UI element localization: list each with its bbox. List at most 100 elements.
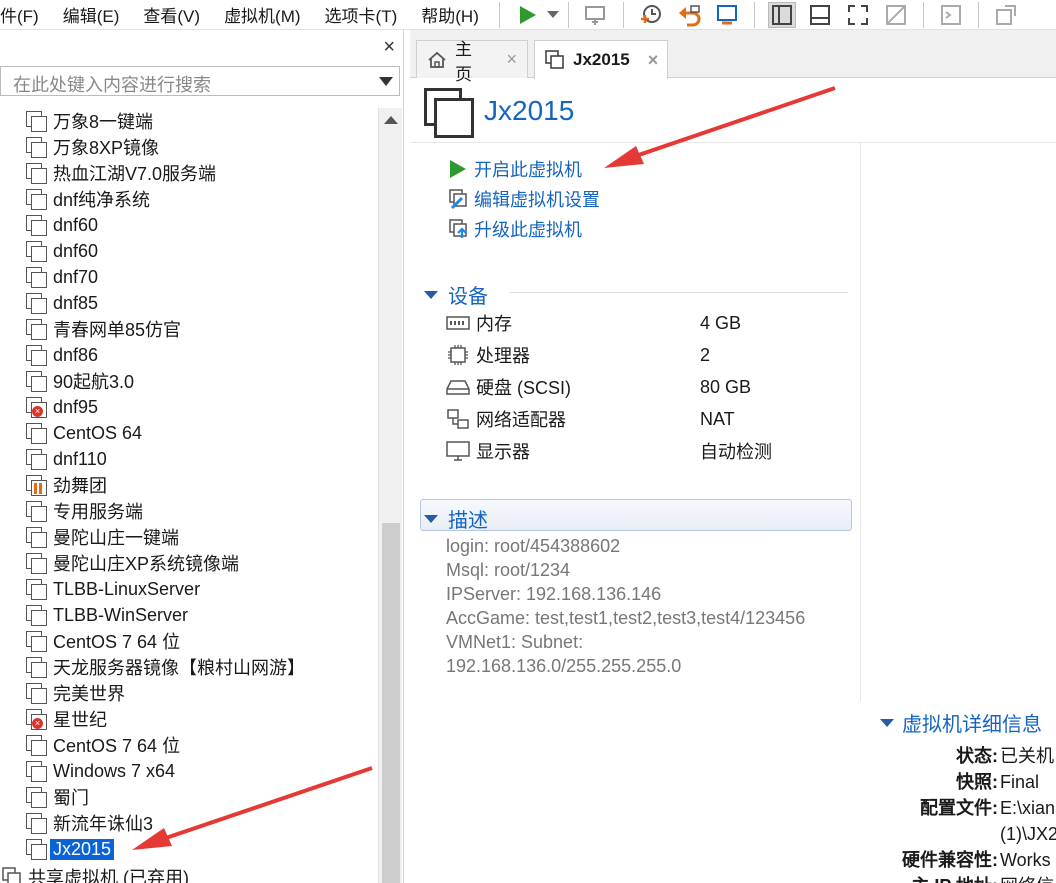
description-heading: 描述 <box>448 510 488 532</box>
upgrade-link[interactable]: 升级此虚拟机 <box>448 214 600 244</box>
device-row-harddisk[interactable]: 硬盘 (SCSI) 80 GB <box>446 372 846 402</box>
menu-view[interactable]: 查看(V) <box>143 2 200 27</box>
device-name: 处理器 <box>476 346 530 366</box>
details-section-header[interactable]: 虚拟机详细信息 <box>880 708 1056 737</box>
menu-tabs[interactable]: 选项卡(T) <box>325 2 398 27</box>
library-vm-label: 青春网单85仿官 <box>53 320 182 340</box>
library-vm-item[interactable]: dnf110 <box>0 446 378 472</box>
library-vm-label: CentOS 7 64 位 <box>53 632 181 652</box>
library-vm-item[interactable]: TLBB-LinuxServer <box>0 576 378 602</box>
menu-vm[interactable]: 虚拟机(M) <box>224 2 300 27</box>
detail-key: 主 IP 地址: <box>880 873 1000 883</box>
library-vm-item[interactable]: dnf85 <box>0 290 378 316</box>
menu-edit[interactable]: 编辑(E) <box>63 2 120 27</box>
library-vm-item[interactable]: × dnf95 <box>0 394 378 420</box>
description-text[interactable]: login: root/454388602 Msql: root/1234 IP… <box>446 534 805 678</box>
library-vm-item[interactable]: dnf纯净系统 <box>0 186 378 212</box>
library-vm-item[interactable]: 劲舞团 <box>0 472 378 498</box>
vm-icon <box>26 683 47 704</box>
library-search[interactable]: 在此处键入内容进行搜索 <box>0 66 400 96</box>
stretch-icon[interactable] <box>992 2 1020 28</box>
library-vm-item[interactable]: 新流年诛仙3 <box>0 810 378 836</box>
console-view-icon[interactable] <box>937 2 965 28</box>
detail-key <box>880 821 1000 847</box>
revert-snapshot-icon[interactable] <box>675 2 703 28</box>
play-icon[interactable] <box>513 2 541 28</box>
collapse-icon[interactable] <box>424 290 438 299</box>
library-vm-item[interactable]: 曼陀山庄一键端 <box>0 524 378 550</box>
library-vm-label: Jx2015 <box>50 838 115 860</box>
library-vm-item[interactable]: 万象8XP镜像 <box>0 134 378 160</box>
tab-home-label: 主页 <box>455 39 472 84</box>
devices-section-header[interactable]: 设备 <box>424 280 488 309</box>
device-row-display[interactable]: 显示器 自动检测 <box>446 436 846 466</box>
description-line: VMNet1: Subnet: <box>446 632 584 652</box>
fullscreen-icon[interactable] <box>844 2 872 28</box>
collapse-icon[interactable] <box>880 718 894 727</box>
close-library-icon[interactable]: × <box>383 36 395 59</box>
close-tab-icon[interactable]: × <box>506 49 517 70</box>
library-vm-item[interactable]: 曼陀山庄XP系统镜像端 <box>0 550 378 576</box>
device-row-memory[interactable]: 内存 4 GB <box>446 308 846 338</box>
edit-settings-link[interactable]: 编辑虚拟机设置 <box>448 184 600 214</box>
collapse-icon[interactable] <box>424 514 438 523</box>
show-library-icon[interactable] <box>767 1 796 28</box>
snapshot-icon[interactable] <box>637 2 665 28</box>
vm-icon <box>26 371 47 392</box>
library-vm-item[interactable]: Windows 7 x64 <box>0 758 378 784</box>
vm-icon <box>26 137 47 158</box>
tab-home[interactable]: 主页 × <box>416 40 528 84</box>
library-vm-item[interactable]: × 星世纪 <box>0 706 378 732</box>
divider <box>410 142 1056 143</box>
device-row-network[interactable]: 网络适配器 NAT <box>446 404 846 434</box>
library-vm-label: 热血江湖V7.0服务端 <box>53 164 217 184</box>
menu-file[interactable]: 件(F) <box>0 2 39 27</box>
scroll-up-icon[interactable] <box>384 116 398 124</box>
manage-snapshots-icon[interactable] <box>713 2 741 28</box>
device-row-cpu[interactable]: 处理器 2 <box>446 340 846 370</box>
harddisk-icon <box>446 376 470 398</box>
library-vm-item[interactable]: Jx2015 <box>0 836 378 862</box>
library-vm-item[interactable]: 90起航3.0 <box>0 368 378 394</box>
scroll-thumb[interactable] <box>382 523 400 883</box>
library-vm-item[interactable]: dnf60 <box>0 238 378 264</box>
unity-icon[interactable] <box>882 2 910 28</box>
menu-help[interactable]: 帮助(H) <box>421 2 479 27</box>
library-vm-item[interactable]: 完美世界 <box>0 680 378 706</box>
library-vm-item[interactable]: 青春网单85仿官 <box>0 316 378 342</box>
library-vm-item[interactable]: CentOS 7 64 位 <box>0 732 378 758</box>
library-vm-item[interactable]: TLBB-WinServer <box>0 602 378 628</box>
dropdown-icon[interactable] <box>546 2 560 28</box>
tab-jx2015[interactable]: Jx2015 × <box>534 40 668 79</box>
power-on-link[interactable]: 开启此虚拟机 <box>448 154 600 184</box>
vm-title: Jx2015 <box>484 95 575 126</box>
send-keys-icon[interactable] <box>582 2 610 28</box>
library-scrollbar[interactable] <box>378 108 402 883</box>
edit-settings-icon <box>448 188 470 210</box>
library-vm-item[interactable]: 天龙服务器镜像【粮村山网游】 <box>0 654 378 680</box>
thumbnail-bar-icon[interactable] <box>806 2 834 28</box>
library-vm-item[interactable]: 专用服务端 <box>0 498 378 524</box>
library-vm-item[interactable]: 热血江湖V7.0服务端 <box>0 160 378 186</box>
library-vm-label: 专用服务端 <box>53 502 143 522</box>
vm-icon <box>26 501 47 522</box>
library-vm-item[interactable]: CentOS 64 <box>0 420 378 446</box>
detail-key: 快照: <box>956 772 998 792</box>
vm-error-icon: × <box>26 709 47 730</box>
library-vm-item[interactable]: CentOS 7 64 位 <box>0 628 378 654</box>
toolbar-separator <box>498 1 500 28</box>
details-heading: 虚拟机详细信息 <box>902 714 1042 736</box>
library-vm-item[interactable]: 万象8一键端 <box>0 108 378 134</box>
library-vm-label: dnf纯净系统 <box>53 190 151 210</box>
power-on-label: 开启此虚拟机 <box>474 160 582 180</box>
description-line: Msql: root/1234 <box>446 560 571 580</box>
shared-vms-item[interactable]: 共享虚拟机 (已弃用) <box>2 864 189 883</box>
description-heading-row[interactable]: 描述 <box>424 504 488 533</box>
library-vm-item[interactable]: 蜀门 <box>0 784 378 810</box>
close-tab-icon[interactable]: × <box>648 50 659 71</box>
search-dropdown-icon[interactable] <box>379 77 393 86</box>
library-vm-item[interactable]: dnf86 <box>0 342 378 368</box>
vm-icon <box>26 839 47 860</box>
library-vm-item[interactable]: dnf70 <box>0 264 378 290</box>
library-vm-item[interactable]: dnf60 <box>0 212 378 238</box>
